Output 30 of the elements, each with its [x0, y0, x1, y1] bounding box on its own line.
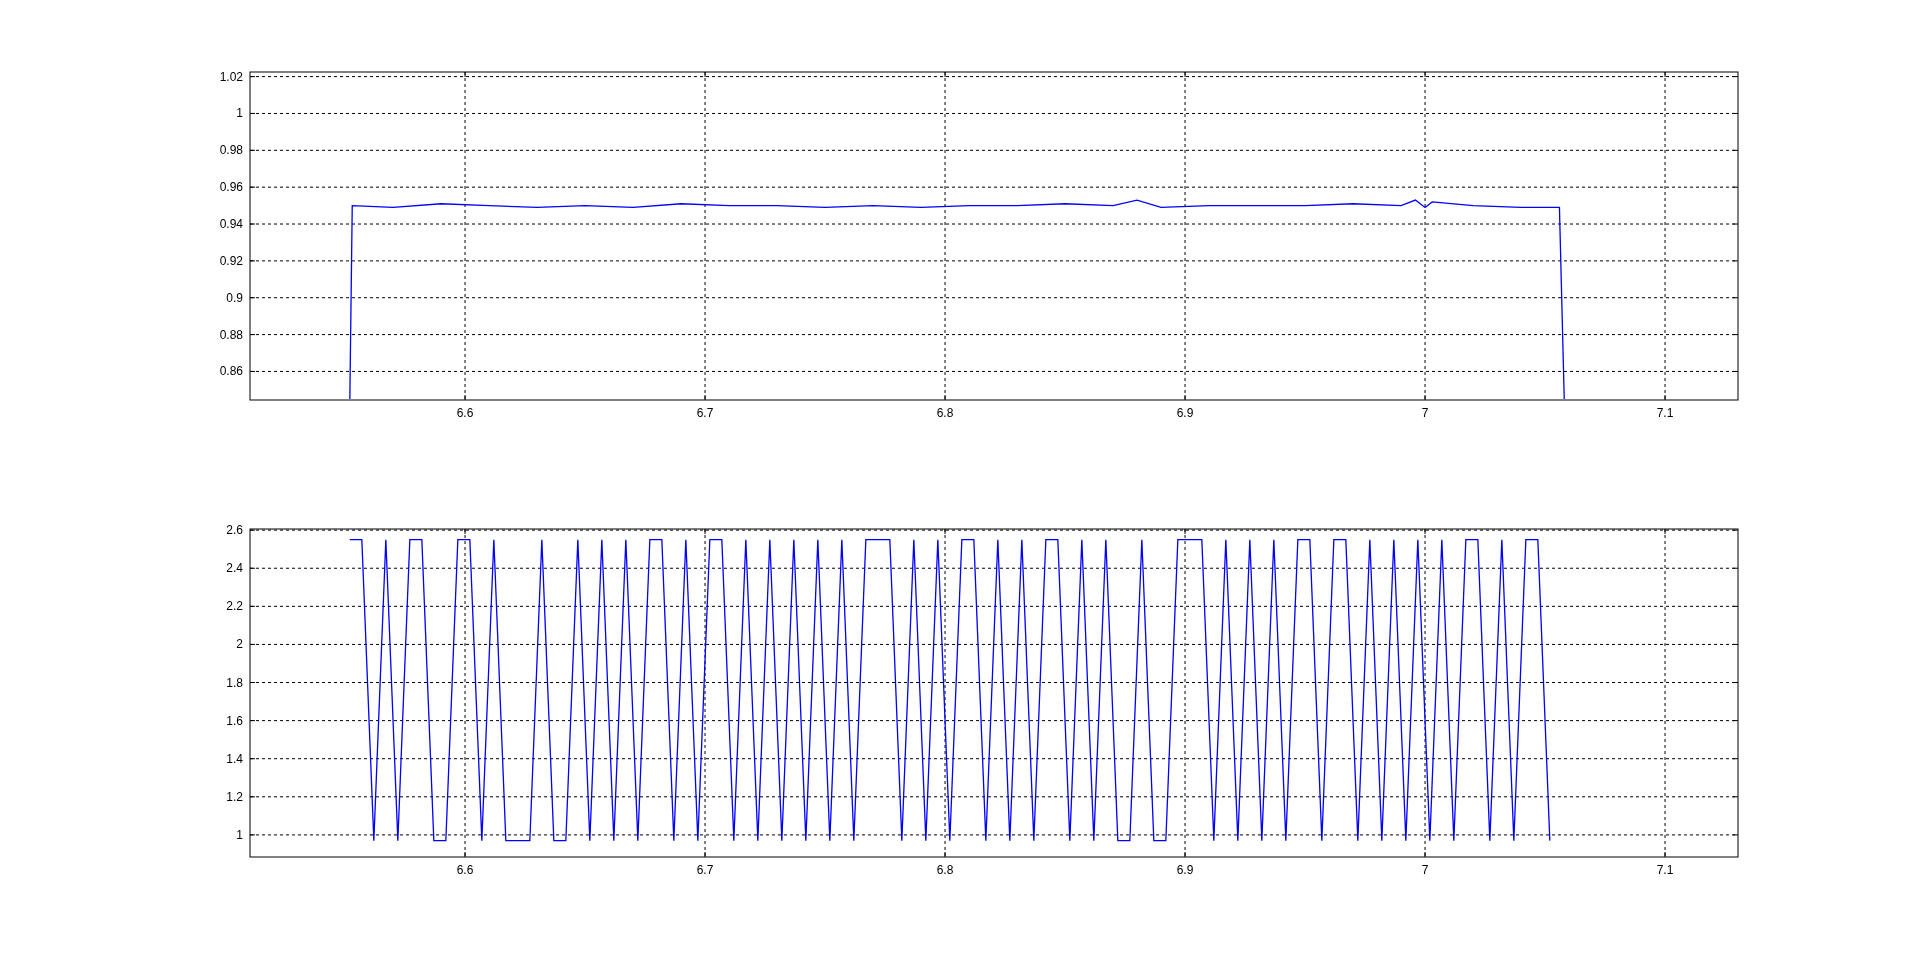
y-tick-label: 1: [236, 827, 243, 842]
x-tick-label: 6.7: [696, 863, 714, 877]
x-tick-label: 7.1: [1656, 863, 1674, 877]
y-tick-label: 2: [236, 637, 243, 652]
y-tick-label: 0.98: [219, 143, 243, 158]
x-tick-label: 6.9: [1176, 863, 1194, 877]
y-tick-label: 0.92: [219, 253, 243, 268]
y-tick-label: 1.8: [226, 675, 243, 690]
y-tick-label: 1: [236, 106, 243, 121]
x-tick-label: 7: [1421, 406, 1429, 420]
x-tick-label: 6.6: [456, 406, 474, 420]
y-tick-label: 1.6: [226, 713, 243, 728]
y-tick-label: 0.86: [219, 364, 243, 379]
y-tick-label: 1.4: [226, 751, 243, 766]
y-tick-label: 2.2: [226, 599, 243, 614]
y-tick-label: 1.02: [219, 69, 243, 84]
y-tick-label: 0.9: [226, 290, 243, 305]
x-tick-label: 6.6: [456, 863, 474, 877]
x-tick-label: 7.1: [1656, 406, 1674, 420]
y-tick-label: 1.2: [226, 789, 243, 804]
y-tick-label: 0.94: [219, 217, 243, 231]
y-tick-label: 2.6: [226, 523, 243, 538]
x-tick-label: 6.9: [1176, 406, 1194, 420]
y-tick-label: 0.96: [219, 180, 243, 195]
x-tick-label: 6.8: [936, 406, 954, 420]
y-tick-label: 0.88: [219, 327, 243, 342]
x-tick-label: 7: [1421, 863, 1429, 877]
y-tick-label: 2.4: [226, 561, 243, 576]
x-tick-label: 6.8: [936, 863, 954, 877]
x-tick-label: 6.7: [696, 406, 714, 420]
